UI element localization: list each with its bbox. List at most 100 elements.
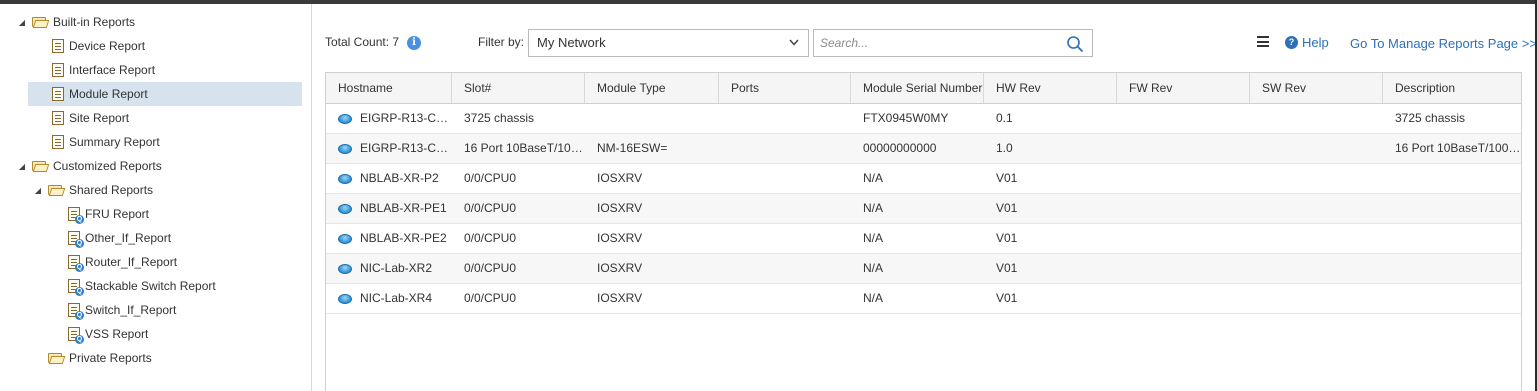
- help-icon[interactable]: ?: [1285, 36, 1298, 49]
- table-row[interactable]: NBLAB-XR-PE1 0/0/CPU0 IOSXRV N/A V01: [326, 194, 1521, 224]
- report-document-icon: [52, 111, 64, 125]
- column-header[interactable]: Ports: [719, 73, 851, 103]
- tree-item[interactable]: ◢ Built-in Reports: [0, 10, 300, 34]
- table-cell: [1383, 254, 1521, 283]
- table-cell: NBLAB-XR-PE1: [326, 194, 452, 223]
- table-cell: 0.1: [996, 111, 1013, 125]
- column-header[interactable]: SW Rev: [1250, 73, 1383, 103]
- tree-item[interactable]: Q Router_If_Report: [0, 250, 300, 274]
- table-cell: V01: [996, 171, 1018, 185]
- column-header[interactable]: Module Serial Number: [851, 73, 984, 103]
- table-cell: [719, 164, 851, 193]
- tree-item[interactable]: Module Report: [28, 82, 302, 106]
- router-icon: [338, 173, 352, 184]
- hostname-link[interactable]: NIC-Lab-XR2: [360, 254, 432, 283]
- search-icon[interactable]: [1066, 35, 1084, 53]
- table-row[interactable]: NIC-Lab-XR4 0/0/CPU0 IOSXRV N/A V01: [326, 284, 1521, 314]
- report-toolbar: Total Count: 7 i Filter by: My Network ?…: [313, 4, 1537, 72]
- table-cell: NM-16ESW=: [597, 141, 668, 155]
- table-cell: [1117, 194, 1250, 223]
- info-icon[interactable]: i: [407, 36, 421, 50]
- hostname-link[interactable]: EIGRP-R13-C3725: [360, 104, 452, 133]
- report-document-icon: [52, 63, 64, 77]
- table-cell: NIC-Lab-XR2: [326, 254, 452, 283]
- table-cell: EIGRP-R13-C3725: [326, 104, 452, 133]
- tree-item[interactable]: ◢ Customized Reports: [0, 154, 300, 178]
- column-header[interactable]: HW Rev: [984, 73, 1117, 103]
- expand-arrow-icon[interactable]: ◢: [16, 18, 28, 27]
- help-link[interactable]: Help: [1302, 35, 1329, 50]
- tree-item[interactable]: Summary Report: [0, 130, 300, 154]
- table-cell: [719, 104, 851, 133]
- table-cell: EIGRP-R13-C3725: [326, 134, 452, 163]
- table-cell: 0/0/CPU0: [464, 201, 517, 215]
- search-box[interactable]: [813, 29, 1093, 57]
- tree-item[interactable]: Q Switch_If_Report: [0, 298, 300, 322]
- tree-item-label: Customized Reports: [53, 159, 162, 173]
- hostname-link[interactable]: NIC-Lab-XR4: [360, 284, 432, 313]
- tree-item-label: Device Report: [69, 39, 146, 53]
- expand-arrow-icon[interactable]: ◢: [16, 162, 28, 171]
- folder-open-icon: [48, 184, 66, 196]
- table-row[interactable]: EIGRP-R13-C3725 16 Port 10BaseT/100BaseTX…: [326, 134, 1521, 164]
- table-cell: [1383, 284, 1521, 313]
- tree-item[interactable]: Q FRU Report: [0, 202, 300, 226]
- table-cell: [1250, 134, 1383, 163]
- manage-reports-link[interactable]: Go To Manage Reports Page >>: [1350, 36, 1537, 51]
- table-cell: IOSXRV: [597, 261, 643, 275]
- table-cell: 1.0: [996, 141, 1013, 155]
- report-tree: ◢ Built-in Reports Device Report Interface …: [0, 4, 312, 391]
- column-header[interactable]: Description: [1383, 73, 1521, 103]
- table-cell: [719, 134, 851, 163]
- query-report-icon: Q: [68, 255, 84, 272]
- hamburger-menu-icon[interactable]: [1257, 36, 1269, 47]
- column-header[interactable]: Module Type: [585, 73, 719, 103]
- tree-item-label: Site Report: [69, 111, 130, 125]
- expand-arrow-icon[interactable]: ◢: [32, 186, 44, 195]
- filter-select[interactable]: My Network: [528, 29, 809, 57]
- column-header[interactable]: FW Rev: [1117, 73, 1250, 103]
- router-icon: [338, 263, 352, 274]
- table-cell: [1383, 194, 1521, 223]
- tree-item[interactable]: Interface Report: [0, 58, 300, 82]
- table-cell: N/A: [863, 291, 884, 305]
- table-cell: NIC-Lab-XR4: [326, 284, 452, 313]
- hostname-link[interactable]: NBLAB-XR-P2: [360, 164, 439, 193]
- tree-item[interactable]: Q Stackable Switch Report: [0, 274, 300, 298]
- hostname-link[interactable]: EIGRP-R13-C3725: [360, 134, 452, 163]
- tree-item[interactable]: Q VSS Report: [0, 322, 300, 346]
- search-input[interactable]: [814, 30, 1054, 56]
- table-cell: NBLAB-XR-P2: [326, 164, 452, 193]
- table-cell: V01: [996, 291, 1018, 305]
- column-header[interactable]: Slot#: [452, 73, 585, 103]
- tree-item[interactable]: Device Report: [0, 34, 300, 58]
- table-cell: 3725 chassis: [1395, 111, 1466, 125]
- report-document-icon: [52, 39, 64, 53]
- table-row[interactable]: NIC-Lab-XR2 0/0/CPU0 IOSXRV N/A V01: [326, 254, 1521, 284]
- tree-item-label: Interface Report: [69, 63, 156, 77]
- tree-item-label: VSS Report: [85, 327, 149, 341]
- table-cell: N/A: [863, 171, 884, 185]
- tree-item-label: FRU Report: [85, 207, 150, 221]
- query-report-icon: Q: [68, 327, 84, 344]
- table-cell: V01: [996, 201, 1018, 215]
- table-row[interactable]: NBLAB-XR-PE2 0/0/CPU0 IOSXRV N/A V01: [326, 224, 1521, 254]
- query-report-icon: Q: [68, 207, 84, 224]
- hostname-link[interactable]: NBLAB-XR-PE2: [360, 224, 447, 253]
- table-row[interactable]: EIGRP-R13-C3725 3725 chassis FTX0945W0MY 0.…: [326, 104, 1521, 134]
- table-row[interactable]: NBLAB-XR-P2 0/0/CPU0 IOSXRV N/A V01: [326, 164, 1521, 194]
- tree-item[interactable]: ◢ Shared Reports: [0, 178, 300, 202]
- folder-open-icon: [32, 160, 50, 172]
- tree-item[interactable]: Q Other_If_Report: [0, 226, 300, 250]
- column-header[interactable]: Hostname: [326, 73, 452, 103]
- tree-item-label: Other_If_Report: [85, 231, 172, 245]
- table-header: Hostname Slot# Module Type Ports Module Seri…: [326, 73, 1521, 104]
- report-document-icon: [52, 87, 64, 101]
- tree-item[interactable]: Site Report: [0, 106, 300, 130]
- tree-item-label: Summary Report: [69, 135, 160, 149]
- hostname-link[interactable]: NBLAB-XR-PE1: [360, 194, 447, 223]
- table-cell: [1250, 254, 1383, 283]
- table-cell: [719, 284, 851, 313]
- tree-item[interactable]: Private Reports: [0, 346, 300, 370]
- tree-item-label: Router_If_Report: [85, 255, 178, 269]
